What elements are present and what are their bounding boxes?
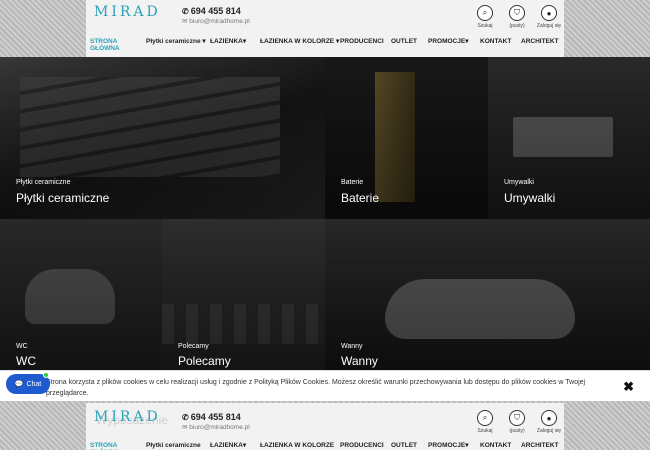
search-button[interactable]: ⌕ Szukaj bbox=[474, 410, 496, 434]
tile-title: Płytki ceramiczne bbox=[16, 191, 110, 205]
tile-small-label: Wanny bbox=[341, 343, 363, 350]
email-address[interactable]: ✉ biuro@miradhome.pl bbox=[182, 423, 250, 431]
site-header: MIRAD ✆ 694 455 814 ✉ biuro@miradhome.pl … bbox=[86, 0, 564, 57]
tile-wanny[interactable]: Wanny Wanny bbox=[325, 219, 650, 371]
nav-lazienka[interactable]: ŁAZIENKA▾ bbox=[210, 441, 260, 450]
sticky-header: Wyposażenie MIRAD ✆ 694 455 814 ✉ biuro@m… bbox=[86, 403, 564, 450]
search-label: Szukaj bbox=[477, 23, 493, 29]
phone-icon: ✆ bbox=[182, 7, 189, 16]
user-icon: ● bbox=[541, 410, 557, 426]
tile-plytki[interactable]: Płytki ceramiczne Płytki ceramiczne bbox=[0, 57, 325, 219]
tile-small-label: Polecamy bbox=[178, 343, 209, 350]
nav-outlet[interactable]: OUTLET bbox=[391, 441, 428, 450]
tile-wc[interactable]: WC WC bbox=[0, 219, 162, 371]
chevron-down-icon: ▾ bbox=[242, 442, 247, 449]
main-nav: STRONA GŁÓWNA Płytki ceramiczne ŁAZIENKA… bbox=[86, 441, 564, 450]
main-nav: STRONA GŁÓWNA Płytki ceramiczne ▾ ŁAZIEN… bbox=[86, 37, 564, 57]
search-button[interactable]: ⌕ Szukaj bbox=[474, 5, 496, 29]
nav-lazienka-kolor-label: ŁAZIENKA W KOLORZE bbox=[260, 38, 335, 45]
user-icon: ● bbox=[541, 5, 557, 21]
chat-button[interactable]: 💬 Chat bbox=[6, 372, 50, 394]
phone-number[interactable]: ✆ 694 455 814 bbox=[182, 6, 241, 16]
cart-icon: ⛉ bbox=[509, 5, 525, 21]
search-icon: ⌕ bbox=[477, 5, 493, 21]
logo[interactable]: MIRAD bbox=[94, 4, 161, 20]
online-indicator bbox=[43, 372, 49, 378]
nav-producenci[interactable]: PRODUCENCI bbox=[340, 441, 391, 450]
nav-lazienka[interactable]: ŁAZIENKA▾ bbox=[210, 37, 260, 57]
login-label: Zaloguj się bbox=[536, 428, 562, 434]
login-label: Zaloguj się bbox=[536, 23, 562, 29]
chevron-down-icon: ▾ bbox=[202, 38, 206, 45]
tile-baterie[interactable]: Baterie Baterie bbox=[325, 57, 488, 219]
nav-plytki-label: Płytki ceramiczne bbox=[146, 38, 201, 45]
tile-small-label: Umywalki bbox=[504, 179, 534, 186]
nav-lazienka-kolor-label: ŁAZIENKA W KOLORZE bbox=[260, 442, 335, 449]
tile-polecamy[interactable]: Polecamy Polecamy bbox=[162, 219, 325, 371]
nav-kontakt[interactable]: KONTAKT bbox=[480, 37, 521, 57]
email-text: biuro@miradhome.pl bbox=[189, 18, 250, 25]
nav-home[interactable]: STRONA GŁÓWNA bbox=[86, 37, 146, 57]
phone-number[interactable]: ✆ 694 455 814 bbox=[182, 412, 241, 422]
email-address[interactable]: ✉ biuro@miradhome.pl bbox=[182, 17, 250, 25]
phone-text: 694 455 814 bbox=[190, 412, 241, 422]
tile-umywalki[interactable]: Umywalki Umywalki bbox=[488, 57, 650, 219]
tile-title: Polecamy bbox=[178, 354, 231, 368]
login-button[interactable]: ● Zaloguj się bbox=[536, 410, 562, 434]
nav-lazienka-label: ŁAZIENKA bbox=[210, 38, 243, 45]
tile-small-label: WC bbox=[16, 343, 28, 350]
cookie-text: Strona korzysta z plików cookies w celu … bbox=[46, 379, 586, 397]
search-label: Szukaj bbox=[477, 428, 493, 434]
nav-promocje[interactable]: PROMOCJE▾ bbox=[428, 37, 480, 57]
tile-title: WC bbox=[16, 354, 36, 368]
cart-icon: ⛉ bbox=[509, 410, 525, 426]
nav-producenci[interactable]: PRODUCENCI bbox=[340, 37, 391, 57]
cookie-banner: Strona korzysta z plików cookies w celu … bbox=[0, 370, 650, 401]
email-text: biuro@miradhome.pl bbox=[189, 424, 250, 431]
login-button[interactable]: ● Zaloguj się bbox=[536, 5, 562, 29]
cart-label: (pusty) bbox=[509, 428, 525, 434]
chat-bubble-icon: 💬 bbox=[14, 381, 24, 388]
nav-lazienka-kolor[interactable]: ŁAZIENKA W KOLORZE ▾ bbox=[260, 37, 340, 57]
search-icon: ⌕ bbox=[477, 410, 493, 426]
chat-label: Chat bbox=[26, 380, 42, 388]
nav-promocje-label: PROMOCJE bbox=[428, 38, 466, 45]
page: MIRAD ✆ 694 455 814 ✉ biuro@miradhome.pl … bbox=[0, 0, 650, 450]
tile-title: Baterie bbox=[341, 191, 380, 205]
cart-button[interactable]: ⛉ (pusty) bbox=[506, 410, 528, 434]
nav-lazienka-kolor[interactable]: ŁAZIENKA W KOLORZE bbox=[260, 441, 340, 450]
nav-architekt[interactable]: ARCHITEKT bbox=[521, 441, 564, 450]
nav-plytki[interactable]: Płytki ceramiczne bbox=[146, 441, 210, 450]
nav-plytki[interactable]: Płytki ceramiczne ▾ bbox=[146, 37, 210, 57]
nav-architekt[interactable]: ARCHITEKT bbox=[521, 37, 564, 57]
tile-small-label: Płytki ceramiczne bbox=[16, 179, 71, 186]
cart-button[interactable]: ⛉ (pusty) bbox=[506, 5, 528, 29]
nav-lazienka-label: ŁAZIENKA bbox=[210, 442, 243, 449]
chevron-down-icon: ▾ bbox=[335, 38, 340, 45]
tile-small-label: Baterie bbox=[341, 179, 364, 186]
nav-outlet[interactable]: OUTLET bbox=[391, 37, 428, 57]
cart-label: (pusty) bbox=[509, 23, 525, 29]
logo[interactable]: MIRAD bbox=[94, 409, 161, 425]
close-icon[interactable]: ✖ bbox=[623, 379, 634, 395]
chevron-down-icon: ▾ bbox=[465, 38, 469, 45]
tile-shade bbox=[325, 219, 650, 371]
chevron-down-icon: ▾ bbox=[242, 38, 247, 45]
nav-promocje-label: PROMOCJE bbox=[428, 442, 466, 449]
nav-promocje[interactable]: PROMOCJE▾ bbox=[428, 441, 480, 450]
nav-plytki-label: Płytki ceramiczne bbox=[146, 442, 201, 449]
nav-kontakt[interactable]: KONTAKT bbox=[480, 441, 521, 450]
chevron-down-icon: ▾ bbox=[465, 442, 469, 449]
phone-text: 694 455 814 bbox=[190, 6, 241, 16]
phone-icon: ✆ bbox=[182, 413, 189, 422]
tile-title: Umywalki bbox=[504, 191, 556, 205]
header-icons: ⌕ Szukaj ⛉ (pusty) ● Zaloguj się bbox=[474, 5, 562, 29]
nav-home[interactable]: STRONA GŁÓWNA bbox=[86, 441, 146, 450]
tile-title: Wanny bbox=[341, 354, 378, 368]
header-icons: ⌕ Szukaj ⛉ (pusty) ● Zaloguj się bbox=[474, 410, 562, 434]
